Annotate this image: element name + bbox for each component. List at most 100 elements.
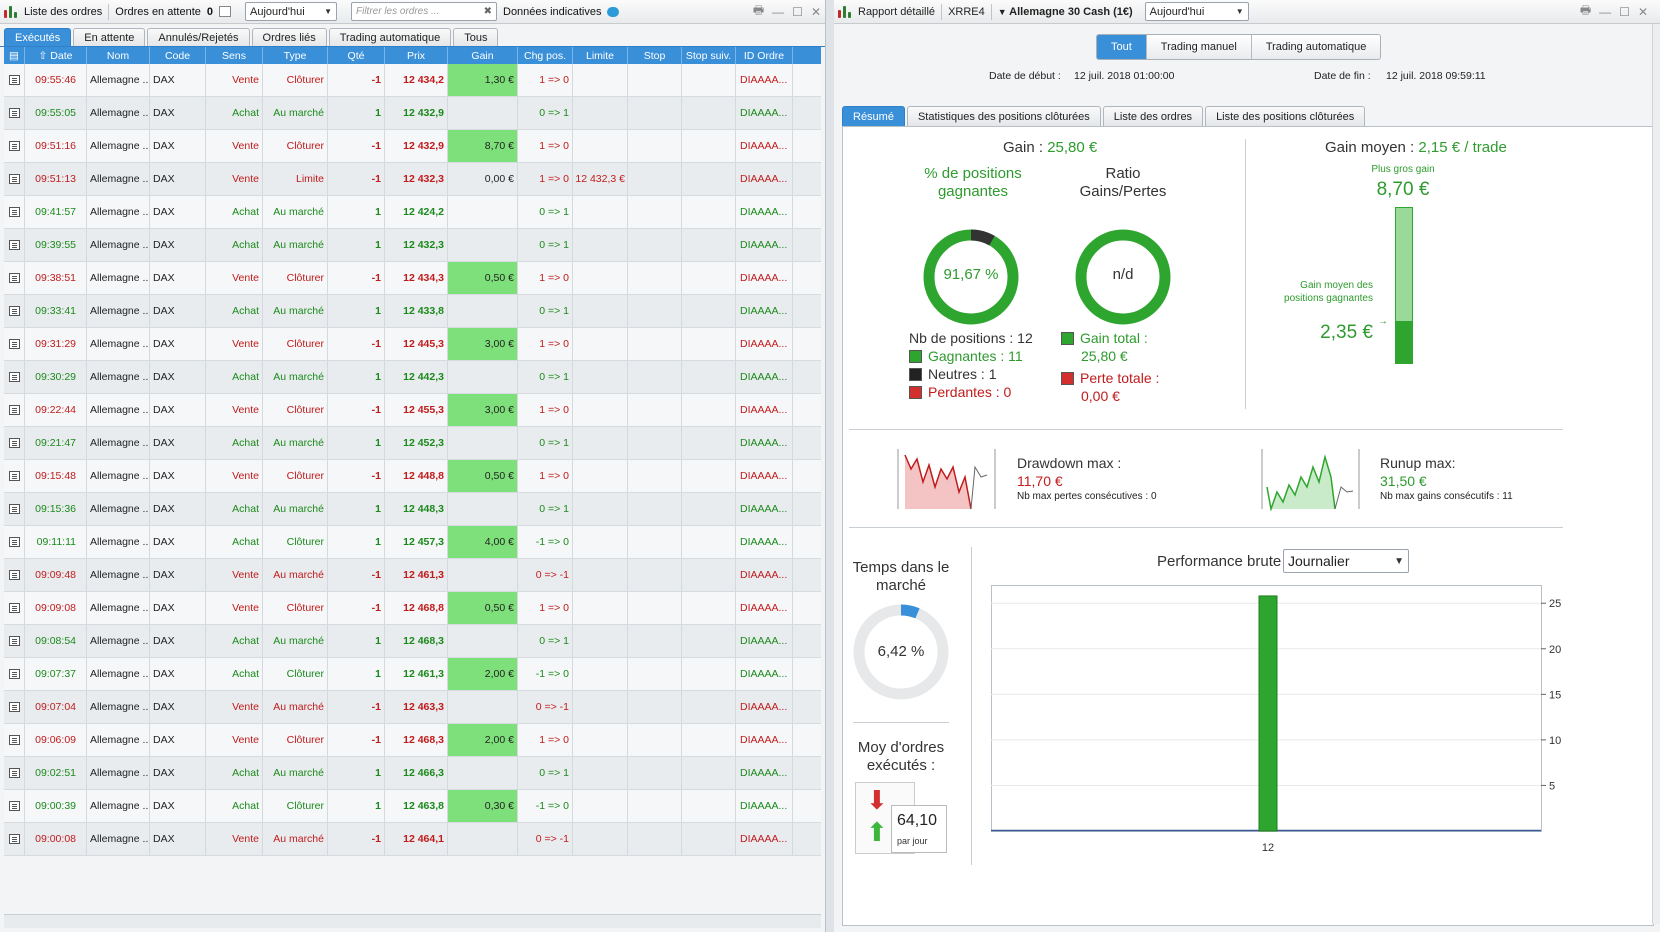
table-row[interactable]: 09:38:51 Allemagne ... DAX Vente Clôturer -1 1…: [4, 262, 821, 295]
pending-orders-label[interactable]: Ordres en attente: [115, 6, 201, 18]
column-stop-suiv[interactable]: Stop suiv.: [682, 47, 736, 64]
table-row[interactable]: 09:55:05 Allemagne ... DAX Achat Au marché 1 1…: [4, 97, 821, 130]
table-row[interactable]: 09:39:55 Allemagne ... DAX Achat Au marché 1 1…: [4, 229, 821, 262]
tab-trading-automatique[interactable]: Trading automatique: [328, 28, 452, 46]
row-detail-icon[interactable]: [4, 724, 25, 756]
cell-prix: 12 442,3: [385, 361, 448, 393]
row-detail-icon[interactable]: [4, 625, 25, 657]
cell-qte: 1: [328, 493, 385, 525]
tab-executes[interactable]: Exécutés: [4, 28, 72, 46]
table-row[interactable]: 09:30:29 Allemagne ... DAX Achat Au marché 1 1…: [4, 361, 821, 394]
table-row[interactable]: 09:00:39 Allemagne ... DAX Achat Clôturer 1 12…: [4, 790, 821, 823]
print-icon[interactable]: 🖶: [753, 1, 764, 22]
row-detail-icon[interactable]: [4, 460, 25, 492]
row-detail-icon[interactable]: [4, 196, 25, 228]
column-chg-pos[interactable]: Chg pos.: [518, 47, 573, 64]
table-row[interactable]: 09:07:37 Allemagne ... DAX Achat Clôturer 1 12…: [4, 658, 821, 691]
row-detail-icon[interactable]: [4, 295, 25, 327]
maximize-icon[interactable]: ☐: [792, 5, 803, 19]
document-icon: [8, 570, 20, 580]
close-icon[interactable]: ✕: [811, 5, 821, 19]
table-row[interactable]: 09:15:48 Allemagne ... DAX Vente Clôturer -1 1…: [4, 460, 821, 493]
horizontal-scrollbar[interactable]: [4, 914, 821, 928]
table-row[interactable]: 09:22:44 Allemagne ... DAX Vente Clôturer -1 1…: [4, 394, 821, 427]
table-row[interactable]: 09:55:46 Allemagne ... DAX Vente Clôturer -1 1…: [4, 64, 821, 97]
tab-en-attente[interactable]: En attente: [73, 28, 146, 46]
row-detail-icon[interactable]: [4, 427, 25, 459]
table-row[interactable]: 09:31:29 Allemagne ... DAX Vente Clôturer -1 1…: [4, 328, 821, 361]
close-icon[interactable]: ✕: [1638, 5, 1648, 19]
table-row[interactable]: 09:51:16 Allemagne ... DAX Vente Clôturer -1 1…: [4, 130, 821, 163]
row-detail-icon[interactable]: [4, 757, 25, 789]
vertical-scrollbar[interactable]: [1652, 24, 1660, 924]
row-detail-icon[interactable]: [4, 691, 25, 723]
moy-unit: par jour: [897, 836, 928, 846]
minimize-icon[interactable]: —: [1599, 5, 1611, 19]
table-row[interactable]: 09:02:51 Allemagne ... DAX Achat Au marché 1 1…: [4, 757, 821, 790]
column-qte[interactable]: Qté: [328, 47, 385, 64]
row-detail-icon[interactable]: [4, 493, 25, 525]
column-sens[interactable]: Sens: [206, 47, 263, 64]
perf-period-select[interactable]: Journalier ▼: [1283, 549, 1409, 573]
table-row[interactable]: 09:00:08 Allemagne ... DAX Vente Au marché -1…: [4, 823, 821, 856]
row-detail-icon[interactable]: [4, 526, 25, 558]
row-detail-icon[interactable]: [4, 130, 25, 162]
row-detail-icon[interactable]: [4, 658, 25, 690]
row-detail-icon[interactable]: [4, 328, 25, 360]
row-detail-icon[interactable]: [4, 394, 25, 426]
row-detail-icon[interactable]: [4, 361, 25, 393]
segment-trading-manuel[interactable]: Trading manuel: [1146, 35, 1252, 59]
row-detail-icon[interactable]: [4, 97, 25, 129]
orders-filter-input[interactable]: Filtrer les ordres ... ✖: [351, 2, 497, 21]
table-row[interactable]: 09:15:36 Allemagne ... DAX Achat Au marché 1 1…: [4, 493, 821, 526]
table-row[interactable]: 09:06:09 Allemagne ... DAX Vente Clôturer -1 1…: [4, 724, 821, 757]
table-row[interactable]: 09:11:11 Allemagne ... DAX Achat Clôturer 1 12…: [4, 526, 821, 559]
minimize-icon[interactable]: —: [772, 5, 784, 19]
grid-menu-icon[interactable]: ▤: [4, 47, 25, 64]
row-detail-icon[interactable]: [4, 262, 25, 294]
column-prix[interactable]: Prix: [385, 47, 448, 64]
segment-tout[interactable]: Tout: [1097, 35, 1147, 59]
cell-nom: Allemagne ...: [87, 130, 150, 162]
tab-statistiques[interactable]: Statistiques des positions clôturées: [906, 106, 1101, 126]
column-nom[interactable]: Nom: [87, 47, 150, 64]
tab-resume[interactable]: Résumé: [842, 106, 905, 126]
table-row[interactable]: 09:08:54 Allemagne ... DAX Achat Au marché 1 1…: [4, 625, 821, 658]
column-stop[interactable]: Stop: [628, 47, 682, 64]
column-id-ordre[interactable]: ID Ordre: [736, 47, 793, 64]
column-code[interactable]: Code: [150, 47, 206, 64]
row-detail-icon[interactable]: [4, 64, 25, 96]
tab-annules-rejetes[interactable]: Annulés/Rejetés: [147, 28, 250, 46]
tab-positions-cloturees[interactable]: Liste des positions clôturées: [1205, 106, 1366, 126]
print-icon[interactable]: 🖶: [1580, 1, 1591, 22]
table-row[interactable]: 09:51:13 Allemagne ... DAX Vente Limite -1 12 …: [4, 163, 821, 196]
cell-prix: 12 448,3: [385, 493, 448, 525]
row-detail-icon[interactable]: [4, 592, 25, 624]
report-period-select[interactable]: Aujourd'hui ▼: [1144, 2, 1249, 21]
row-detail-icon[interactable]: [4, 559, 25, 591]
column-gain[interactable]: Gain: [448, 47, 518, 64]
clear-filter-icon[interactable]: ✖: [484, 6, 492, 17]
instrument-select[interactable]: ▼ Allemagne 30 Cash (1€): [998, 6, 1133, 18]
table-row[interactable]: 09:33:41 Allemagne ... DAX Achat Au marché 1 1…: [4, 295, 821, 328]
row-detail-icon[interactable]: [4, 229, 25, 261]
column-type[interactable]: Type: [263, 47, 328, 64]
column-date[interactable]: ⇧ Date: [25, 47, 87, 64]
pending-calendar-icon[interactable]: [219, 6, 231, 17]
table-row[interactable]: 09:07:04 Allemagne ... DAX Vente Au marché -1…: [4, 691, 821, 724]
row-detail-icon[interactable]: [4, 790, 25, 822]
table-row[interactable]: 09:09:48 Allemagne ... DAX Vente Au marché -1…: [4, 559, 821, 592]
table-row[interactable]: 09:21:47 Allemagne ... DAX Achat Au marché 1 1…: [4, 427, 821, 460]
column-limite[interactable]: Limite: [573, 47, 628, 64]
table-row[interactable]: 09:41:57 Allemagne ... DAX Achat Au marché 1 1…: [4, 196, 821, 229]
maximize-icon[interactable]: ☐: [1619, 5, 1630, 19]
row-detail-icon[interactable]: [4, 823, 25, 855]
row-detail-icon[interactable]: [4, 163, 25, 195]
info-bubble-icon[interactable]: [607, 6, 620, 17]
tab-tous[interactable]: Tous: [453, 28, 499, 46]
table-row[interactable]: 09:09:08 Allemagne ... DAX Vente Clôturer -1 1…: [4, 592, 821, 625]
tab-ordres-lies[interactable]: Ordres liés: [251, 28, 327, 46]
tab-liste-ordres[interactable]: Liste des ordres: [1102, 106, 1204, 126]
orders-period-select[interactable]: Aujourd'hui ▼: [245, 2, 337, 21]
segment-trading-automatique[interactable]: Trading automatique: [1251, 35, 1381, 59]
